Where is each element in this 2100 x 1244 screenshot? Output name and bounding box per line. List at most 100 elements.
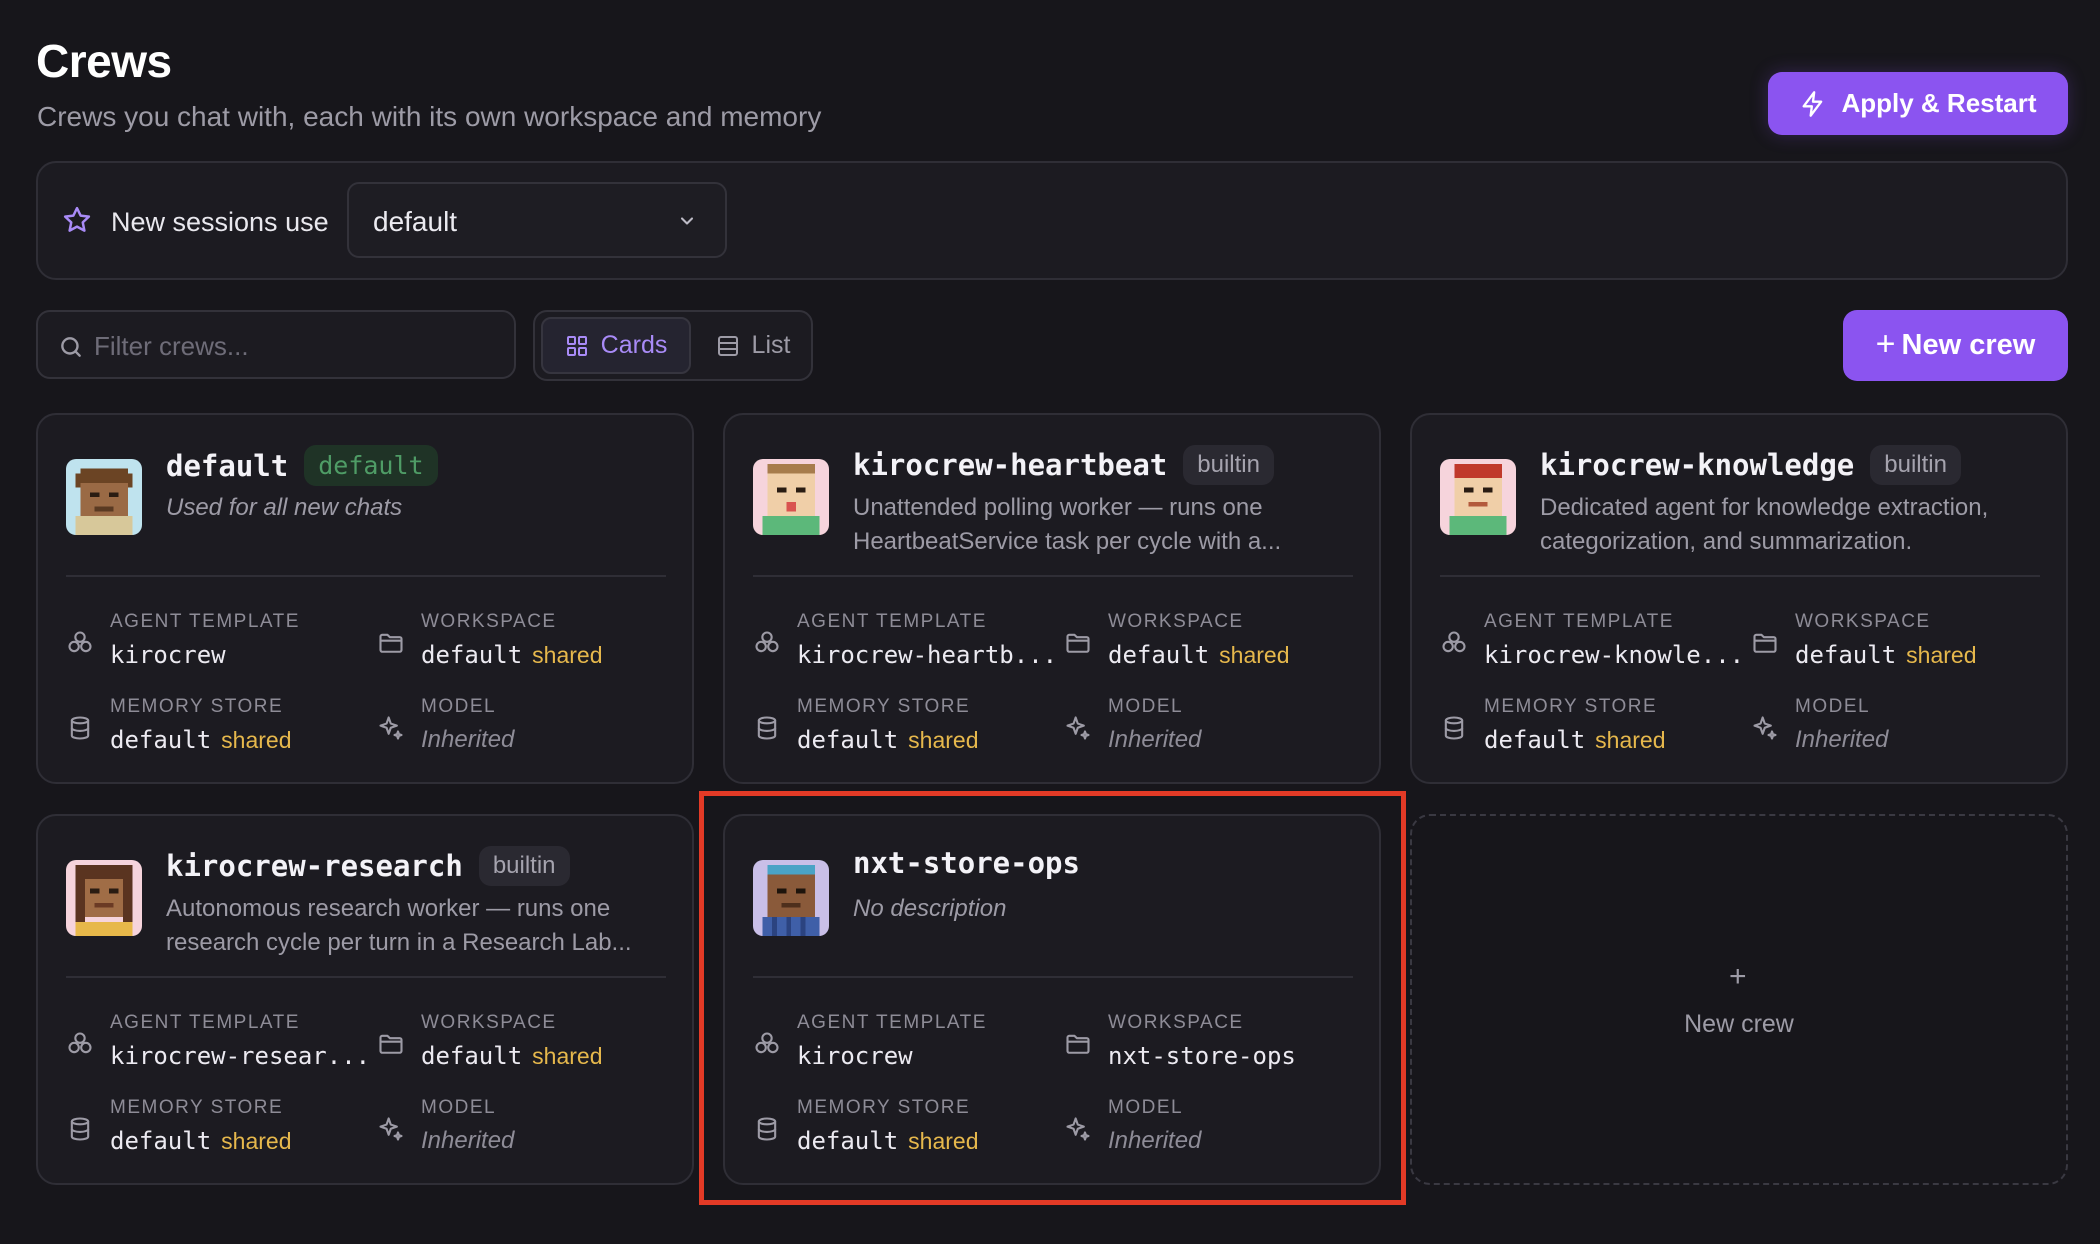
folder-icon [1066,633,1090,653]
shared-tag: shared [1219,642,1290,668]
card-divider [66,575,666,577]
apply-restart-label: Apply & Restart [1841,88,2037,118]
crew-description: Used for all new chats [166,494,403,521]
page-title: Crews [36,35,172,87]
plus-icon: + [1729,960,1747,993]
agent-template-label: AGENT TEMPLATE [797,1012,987,1033]
agent-template-label: AGENT TEMPLATE [1484,611,1674,632]
agent-template-icon [68,631,92,653]
crew-name: kirocrew-knowledge [1540,448,1855,482]
model-value: Inherited [421,1127,515,1154]
crew-card-kirocrew-heartbeat[interactable]: kirocrew-heartbeat builtin Unattended po… [723,413,1381,784]
agent-template-icon [68,1032,92,1054]
sparkle-icon [1066,716,1090,740]
filter-crews-field[interactable] [36,310,516,379]
agent-template-icon [1442,631,1466,653]
new-crew-button[interactable]: + New crew [1843,310,2068,381]
page-subtitle: Crews you chat with, each with its own w… [37,101,822,132]
crew-card-nxt-store-ops[interactable]: nxt-store-ops No description AGENT TEMPL… [723,814,1381,1185]
view-list-button[interactable]: List [697,317,809,374]
model-label: MODEL [1108,696,1184,717]
workspace-label: WORKSPACE [1108,1012,1244,1033]
crew-description: Unattended polling worker — runs one Hea… [853,494,1282,555]
database-icon [70,1117,90,1141]
crew-badge: builtin [1870,445,1961,485]
crew-description: Autonomous research worker — runs one re… [166,895,632,956]
workspace-value: nxt-store-ops [1108,1042,1296,1070]
crew-avatar [753,860,829,936]
workspace-label: WORKSPACE [1108,611,1244,632]
new-crew-card-label: New crew [1684,1010,1794,1038]
sparkle-icon [1066,1117,1090,1141]
sparkle-icon [379,1117,403,1141]
crew-card-default[interactable]: default default Used for all new chats A… [36,413,694,784]
agent-template-value: kirocrew-resear... [110,1042,371,1070]
workspace-label: WORKSPACE [421,611,557,632]
memory-store-label: MEMORY STORE [797,696,971,717]
crew-name: default [166,448,289,483]
view-cards-button[interactable]: Cards [541,317,691,374]
plus-icon: + [1875,325,1896,363]
crew-description: No description [853,895,1007,922]
chevron-down-icon [680,217,694,225]
sparkle-icon [379,716,403,740]
crew-card-kirocrew-knowledge[interactable]: kirocrew-knowledge builtin Dedicated age… [1410,413,2068,784]
model-label: MODEL [1795,696,1871,717]
crew-badge: builtin [1183,445,1274,485]
memory-store-label: MEMORY STORE [110,1097,284,1118]
memory-store-value: default shared [110,1127,292,1155]
filter-crews-input[interactable] [94,326,494,366]
workspace-value: default shared [1795,641,1977,669]
crew-badge: default [304,445,438,486]
agent-template-value: kirocrew [110,641,226,669]
agent-template-icon [755,631,779,653]
shared-tag: shared [532,642,603,668]
folder-icon [1066,1034,1090,1054]
apply-restart-button[interactable]: Apply & Restart [1768,72,2068,135]
database-icon [1444,716,1464,740]
memory-store-value: default shared [797,726,979,754]
model-value: Inherited [421,726,515,753]
crew-avatar [1440,459,1516,535]
shared-tag: shared [908,727,979,753]
view-cards-label: Cards [600,331,668,359]
folder-icon [379,1034,403,1054]
lightning-icon [1802,90,1823,117]
database-icon [70,716,90,740]
crew-name-row: nxt-store-ops [853,846,1080,880]
workspace-label: WORKSPACE [1795,611,1931,632]
crew-name: nxt-store-ops [853,846,1080,880]
new-crew-card[interactable]: + New crew [1410,814,2068,1185]
workspace-value: default shared [1108,641,1290,669]
card-divider [753,575,1353,577]
model-label: MODEL [421,696,497,717]
crew-name: kirocrew-research [166,849,463,883]
search-icon [61,337,81,357]
model-value: Inherited [1795,726,1889,753]
default-crew-select[interactable]: default [347,182,727,258]
memory-store-value: default shared [1484,726,1666,754]
crew-name-row: default default [166,445,438,486]
card-divider [66,976,666,978]
folder-icon [379,633,403,653]
crew-description: Dedicated agent for knowledge extraction… [1540,494,1989,555]
agent-template-value: kirocrew [797,1042,913,1070]
agent-template-icon [755,1032,779,1054]
view-toggle: Cards List [533,310,813,381]
folder-icon [1753,633,1777,653]
crew-name-row: kirocrew-research builtin [166,846,570,886]
model-value: Inherited [1108,1127,1202,1154]
agent-template-value: kirocrew-knowle... [1484,641,1745,669]
shared-tag: shared [1595,727,1666,753]
agent-template-label: AGENT TEMPLATE [110,611,300,632]
model-label: MODEL [1108,1097,1184,1118]
crew-avatar [66,860,142,936]
new-sessions-label: New sessions use [111,207,329,237]
crew-avatar [66,459,142,535]
card-divider [1440,575,2040,577]
database-icon [757,716,777,740]
crew-card-kirocrew-research[interactable]: kirocrew-research builtin Autonomous res… [36,814,694,1185]
agent-template-label: AGENT TEMPLATE [797,611,987,632]
shared-tag: shared [908,1128,979,1154]
agent-template-label: AGENT TEMPLATE [110,1012,300,1033]
